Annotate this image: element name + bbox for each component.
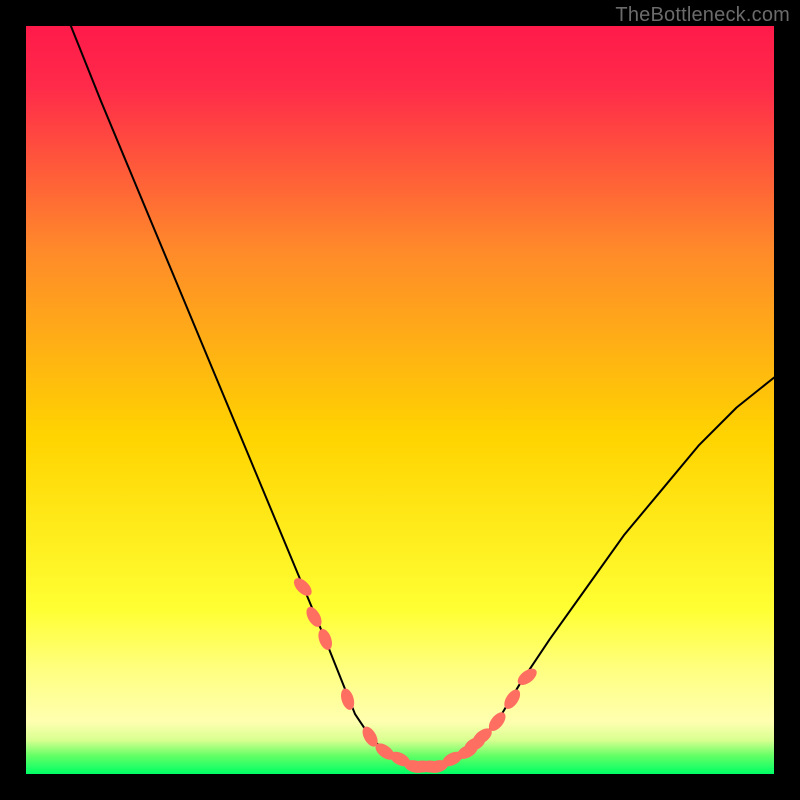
gradient-background <box>26 26 774 774</box>
chart-frame <box>26 26 774 774</box>
chart-svg <box>26 26 774 774</box>
watermark-text: TheBottleneck.com <box>615 4 790 27</box>
